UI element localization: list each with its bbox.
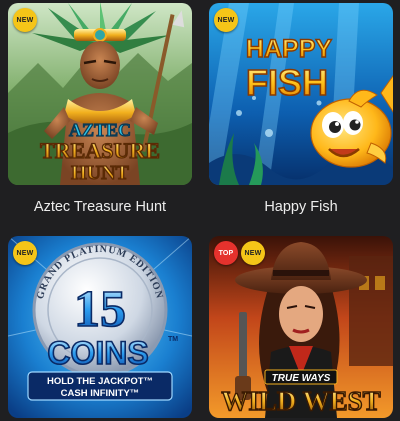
game-thumbnail[interactable]: GRAND PLATINUM EDITION 15 COINS TM HOLD … (8, 236, 192, 418)
art-word: COINS (47, 335, 148, 371)
new-badge: NEW (13, 241, 37, 265)
art-title-line2: FISH (246, 62, 328, 103)
new-badge: NEW (241, 241, 265, 265)
art-sub2: CASH INFINITY™ (61, 388, 140, 399)
art-main: WILD WEST (221, 386, 380, 416)
game-title[interactable]: Aztec Treasure Hunt (8, 198, 192, 216)
15-coins-artwork: GRAND PLATINUM EDITION 15 COINS TM HOLD … (8, 236, 192, 418)
new-badge: NEW (13, 8, 37, 32)
game-card-happy-fish[interactable]: HAPPY FISH NEW Happy Fish (209, 3, 393, 216)
art-tag: TRUE WAYS (272, 373, 331, 384)
game-thumbnail[interactable]: HAPPY FISH NEW (209, 3, 393, 185)
art-tm: TM (168, 336, 178, 343)
art-number: 15 (74, 281, 126, 338)
game-thumbnail[interactable]: AZTEC TREASURE HUNT NEW (8, 3, 192, 185)
art-title-line1: AZTEC (69, 120, 131, 140)
game-card-wild-west[interactable]: TRUE WAYS WILD WEST TOP NEW (209, 236, 393, 421)
game-grid: AZTEC TREASURE HUNT NEW Aztec Treasure H… (0, 0, 400, 421)
game-title[interactable]: Happy Fish (209, 198, 393, 216)
game-thumbnail[interactable]: TRUE WAYS WILD WEST TOP NEW (209, 236, 393, 418)
art-title-line1: HAPPY (246, 35, 332, 63)
top-badge: TOP (214, 241, 238, 265)
happy-fish-artwork: HAPPY FISH (209, 3, 393, 185)
art-title-line3: HUNT (71, 162, 129, 184)
new-badge: NEW (214, 8, 238, 32)
art-title-line2: TREASURE (40, 138, 160, 163)
wild-west-artwork: TRUE WAYS WILD WEST (209, 236, 393, 418)
game-card-aztec-treasure-hunt[interactable]: AZTEC TREASURE HUNT NEW Aztec Treasure H… (8, 3, 192, 216)
aztec-artwork: AZTEC TREASURE HUNT (8, 3, 192, 185)
art-sub1: HOLD THE JACKPOT™ (47, 376, 153, 387)
game-card-15-coins[interactable]: GRAND PLATINUM EDITION 15 COINS TM HOLD … (8, 236, 192, 421)
